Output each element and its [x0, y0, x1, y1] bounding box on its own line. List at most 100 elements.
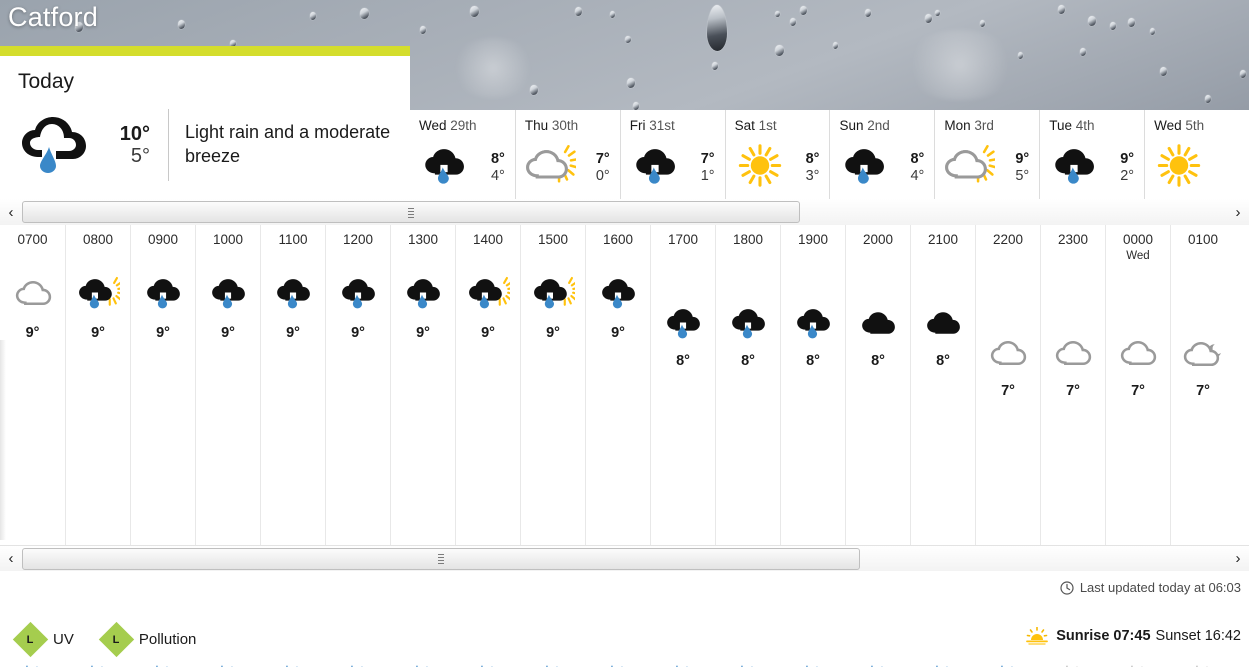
- today-heading: Today: [18, 70, 75, 93]
- day-label: Sun 2nd: [839, 118, 890, 133]
- day-high: 8°: [805, 150, 820, 167]
- hour-column[interactable]: 01007°0%11: [1170, 225, 1235, 667]
- hour-column[interactable]: 18008°70%14: [715, 225, 780, 667]
- hour-column[interactable]: 0000Wed7°0%12: [1105, 225, 1170, 667]
- day-low: 2°: [1120, 167, 1135, 184]
- hour-time: 2000: [862, 232, 894, 247]
- day-label: Sat 1st: [734, 118, 777, 133]
- day-tile[interactable]: Sat 1st 8° 3°: [724, 110, 830, 209]
- day-temperatures: 8° 4°: [491, 151, 505, 184]
- hour-temperature: 7°: [1066, 383, 1080, 399]
- day-tile[interactable]: Fri 31st 7° 1°: [619, 110, 725, 209]
- hourly-scroll-track[interactable]: [22, 546, 1227, 572]
- day-low: 5°: [1015, 167, 1030, 184]
- hourly-scroll-prev[interactable]: ‹: [0, 550, 22, 567]
- hour-time: 1600: [602, 232, 634, 247]
- day-low: 0°: [595, 167, 610, 184]
- light-rain-icon: [838, 144, 890, 192]
- hour-column[interactable]: 23007°0%12: [1040, 225, 1105, 667]
- day-label: Tue 4th: [1049, 118, 1095, 133]
- today-low: 5°: [130, 145, 150, 167]
- pollution-badge-icon: L: [98, 621, 135, 658]
- hour-column[interactable]: 12009°79%14: [325, 225, 390, 667]
- day-tile[interactable]: Wed 29th 8° 4°: [410, 110, 515, 209]
- day-tile[interactable]: Wed 5th: [1144, 110, 1249, 209]
- pollution-index[interactable]: L Pollution: [98, 621, 196, 658]
- hour-time: 1100: [278, 232, 308, 247]
- hour-column[interactable]: 17008°80%13: [650, 225, 715, 667]
- hour-column[interactable]: 16009°78%13: [585, 225, 650, 667]
- page-title: Catford: [8, 2, 98, 32]
- light-rain-icon: [629, 144, 681, 192]
- hour-time: 2200: [992, 232, 1024, 247]
- hour-time: 0900: [147, 232, 179, 247]
- hourly-scrollbar[interactable]: ‹ ›: [0, 545, 1249, 571]
- day-tile[interactable]: Thu 30th 7° 0°: [514, 110, 620, 209]
- light-rain-icon: [326, 275, 390, 311]
- hour-column[interactable]: 19008°49%14: [780, 225, 845, 667]
- sunrise-sunset: Sunrise 07:45 Sunset 16:42: [1026, 627, 1241, 645]
- hourly-scroll-thumb[interactable]: [22, 547, 860, 570]
- hour-column[interactable]: 15009°70%13: [520, 225, 585, 667]
- hour-column[interactable]: 22007°14%13: [975, 225, 1040, 667]
- day-high: 9°: [1015, 150, 1030, 167]
- hour-column[interactable]: 11009°80%12: [260, 225, 325, 667]
- day-high: 7°: [595, 150, 610, 167]
- day-temperatures: 8° 3°: [806, 151, 820, 184]
- daily-scrollbar[interactable]: ‹ ›: [0, 199, 1249, 225]
- daily-scroll-thumb[interactable]: [22, 201, 800, 223]
- sunrise-icon: [1026, 627, 1049, 645]
- uv-label: UV: [53, 631, 74, 648]
- last-updated: Last updated today at 06:03: [1060, 580, 1241, 595]
- weather-page: Catford Today 10° 5° Light rain and a mo…: [0, 0, 1249, 667]
- day-high: 7°: [700, 150, 715, 167]
- cloudy-dark-icon: [911, 305, 975, 341]
- daily-scroll-prev[interactable]: ‹: [0, 204, 22, 221]
- light-rain-icon: [196, 275, 260, 311]
- hour-time: 1700: [667, 232, 699, 247]
- light-rain-icon: [781, 305, 845, 341]
- hour-column[interactable]: 09009°86%14: [130, 225, 195, 667]
- day-tile[interactable]: Sun 2nd 8° 4°: [829, 110, 935, 209]
- hour-time: 0000: [1122, 232, 1154, 247]
- daily-forecast-strip: Wed 29th 8° 4° Thu 30th 7° 0° Fri 31st 7° 1° Sat …: [410, 110, 1249, 209]
- hour-time: 1900: [797, 232, 829, 247]
- daily-scroll-track[interactable]: [22, 199, 1227, 225]
- day-temperatures: 9° 2°: [1120, 151, 1134, 184]
- hour-column[interactable]: 10009°90%13: [195, 225, 260, 667]
- hour-time: 0700: [17, 232, 48, 247]
- hour-temperature: 9°: [91, 325, 105, 341]
- uv-index[interactable]: L UV: [12, 621, 74, 658]
- indices: L UV L Pollution: [12, 621, 196, 658]
- hour-time: 1300: [407, 232, 439, 247]
- hour-column[interactable]: 21008°29%14: [910, 225, 975, 667]
- day-tile[interactable]: Tue 4th 9° 2°: [1039, 110, 1145, 209]
- day-high: 9°: [1120, 150, 1135, 167]
- hour-column[interactable]: 08009°53%14: [65, 225, 130, 667]
- hour-column[interactable]: 07009°18%14: [0, 225, 65, 667]
- today-accent-bar: [0, 46, 410, 56]
- last-updated-text: Last updated today at 06:03: [1079, 580, 1241, 595]
- hour-column[interactable]: 20008°29%14: [845, 225, 910, 667]
- light-rain-icon: [716, 305, 780, 341]
- hour-column[interactable]: 14009°78%14: [455, 225, 520, 667]
- hour-temperature: 7°: [1196, 383, 1210, 399]
- hour-time: 0100: [1187, 232, 1219, 247]
- hourly-scroll-next[interactable]: ›: [1227, 550, 1249, 567]
- day-label: Mon 3rd: [944, 118, 994, 133]
- hour-temperature: 8°: [871, 353, 885, 369]
- hour-column[interactable]: 13009°90%14: [390, 225, 455, 667]
- hour-temperature: 9°: [25, 325, 40, 341]
- hour-temperature: 9°: [481, 325, 495, 341]
- day-label: Wed 29th: [419, 118, 477, 133]
- hour-time: 1800: [732, 232, 764, 247]
- hour-temperature: 9°: [286, 325, 300, 341]
- cloudy-icon: [1041, 335, 1105, 371]
- hour-time: 0800: [82, 232, 114, 247]
- daily-scroll-next[interactable]: ›: [1227, 204, 1249, 221]
- hour-temperature: 9°: [156, 325, 170, 341]
- light-rain-icon: [586, 275, 650, 311]
- day-tile[interactable]: Mon 3rd 9° 5°: [934, 110, 1040, 209]
- footer: Last updated today at 06:03 Sunrise 07:4…: [0, 571, 1249, 667]
- today-card[interactable]: Today 10° 5° Light rain and a moderate b…: [0, 46, 410, 199]
